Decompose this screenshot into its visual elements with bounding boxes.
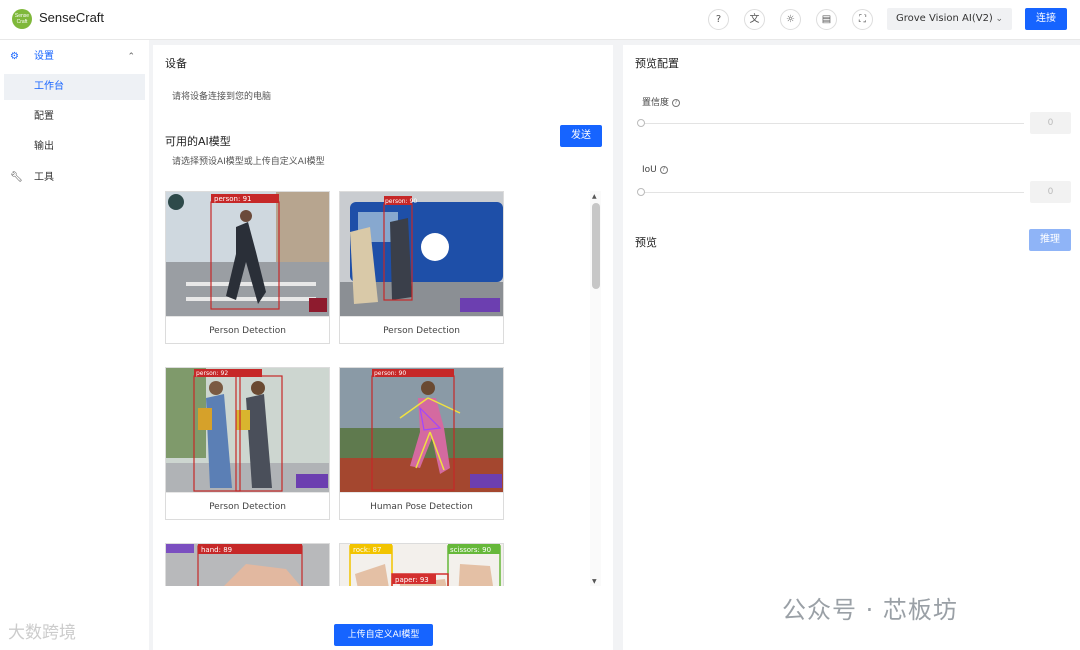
confidence-slider-handle[interactable] [637, 119, 645, 127]
detection-tag: paper: 93 [395, 576, 429, 584]
confidence-label-text: 置信度 [642, 98, 670, 108]
connect-button[interactable]: 连接 [1025, 8, 1067, 30]
device-select-value: Grove Vision AI(V2) [896, 13, 993, 24]
model-card[interactable]: person: 90 Person Detection [339, 191, 504, 344]
gear-icon: ⚙ [10, 51, 19, 62]
scroll-down-icon[interactable]: ▼ [592, 578, 597, 585]
theme-icon[interactable]: ☼ [780, 9, 801, 30]
device-select[interactable]: Grove Vision AI(V2) ⌄ [887, 8, 1012, 30]
device-hint: 请将设备连接到您的电脑 [172, 92, 272, 102]
sidebar-item-output[interactable]: 输出 [0, 134, 149, 160]
model-list-scrollbar[interactable]: ▲ ▼ [590, 191, 601, 586]
top-header: Sense Craft SenseCraft ? 文 ☼ ▤ ⛶ Grove V… [0, 0, 1080, 40]
wechat-watermark: 公众号 · 芯板坊 [782, 596, 958, 624]
model-caption: Human Pose Detection [340, 492, 503, 520]
model-card[interactable]: person: 92 Person Detection [165, 367, 330, 520]
model-thumbnail: hand: 89 [166, 544, 329, 586]
upload-model-button[interactable]: 上传自定义AI模型 [334, 624, 433, 646]
detection-tag: rock: 87 [353, 546, 381, 554]
model-card[interactable]: rock: 87 scissors: 90 paper: 93 [339, 543, 504, 586]
model-thumbnail: rock: 87 scissors: 90 paper: 93 [340, 544, 503, 586]
detection-tag: hand: 89 [201, 546, 232, 554]
detection-tag: scissors: 90 [450, 546, 491, 554]
preview-panel: 预览配置 置信度? 0 IoU? 0 预览 推理 [623, 45, 1080, 650]
iou-slider[interactable] [641, 192, 1024, 193]
model-thumbnail: person: 90 [340, 368, 503, 492]
models-title: 可用的AI模型 [165, 135, 231, 148]
models-hint: 请选择预设AI模型或上传自定义AI模型 [172, 157, 325, 167]
model-card[interactable]: person: 90 Human Pose Detection [339, 367, 504, 520]
iou-label: IoU? [642, 165, 668, 175]
model-card[interactable]: person: 91 Person Detection [165, 191, 330, 344]
detection-tag: person: 92 [196, 370, 228, 377]
confidence-label: 置信度? [642, 95, 681, 108]
preview-title: 预览 [635, 236, 657, 249]
preview-config-title: 预览配置 [635, 57, 679, 70]
model-caption: Person Detection [166, 492, 329, 520]
help-circle-icon[interactable]: ? [659, 166, 668, 174]
detection-tag: person: 90 [385, 198, 417, 205]
sidebar-item-label: 配置 [34, 111, 54, 122]
scroll-up-icon[interactable]: ▲ [592, 193, 597, 200]
device-panel: 设备 请将设备连接到您的电脑 可用的AI模型 请选择预设AI模型或上传自定义AI… [153, 45, 613, 650]
chevron-up-icon: ⌃ [127, 52, 135, 62]
model-caption: Person Detection [166, 316, 329, 344]
app-logo: Sense Craft [12, 9, 32, 29]
sidebar-item-label: 工作台 [34, 81, 64, 92]
help-icon[interactable]: ? [708, 9, 729, 30]
inference-button[interactable]: 推理 [1029, 229, 1071, 251]
sidebar-item-tools[interactable]: 🔧︎ 工具 [0, 165, 149, 191]
sidebar: ⚙ 设置 ⌃ 工作台 配置 输出 🔧︎ 工具 [0, 40, 149, 650]
iou-label-text: IoU [642, 165, 657, 175]
iou-slider-handle[interactable] [637, 188, 645, 196]
sidebar-item-config[interactable]: 配置 [0, 104, 149, 130]
confidence-input[interactable]: 0 [1030, 112, 1071, 134]
model-list: person: 91 Person Detection person: 90 P… [165, 191, 597, 586]
wrench-icon: 🔧︎ [10, 172, 23, 183]
sidebar-item-label: 设置 [34, 51, 54, 62]
sidebar-item-label: 输出 [34, 141, 54, 152]
app-title: SenseCraft [39, 10, 105, 25]
model-thumbnail: person: 92 [166, 368, 329, 492]
fullscreen-icon[interactable]: ⛶ [852, 9, 873, 30]
help-circle-icon[interactable]: ? [672, 99, 681, 107]
detection-tag: person: 91 [214, 195, 252, 203]
document-icon[interactable]: ▤ [816, 9, 837, 30]
scroll-thumb[interactable] [592, 203, 600, 289]
model-thumbnail: person: 91 [166, 192, 329, 316]
model-thumbnail: person: 90 [340, 192, 503, 316]
sidebar-item-settings[interactable]: ⚙ 设置 ⌃ [0, 44, 149, 70]
corner-watermark: 大数跨境 [8, 623, 76, 643]
chevron-down-icon: ⌄ [995, 14, 1003, 24]
confidence-slider[interactable] [641, 123, 1024, 124]
device-title: 设备 [165, 57, 187, 70]
iou-input[interactable]: 0 [1030, 181, 1071, 203]
sidebar-item-label: 工具 [34, 172, 54, 183]
model-card[interactable]: hand: 89 [165, 543, 330, 586]
send-button[interactable]: 发送 [560, 125, 602, 147]
translate-icon[interactable]: 文 [744, 9, 765, 30]
detection-tag: person: 90 [374, 370, 406, 377]
sidebar-item-workbench[interactable]: 工作台 [4, 74, 145, 100]
model-caption: Person Detection [340, 316, 503, 344]
